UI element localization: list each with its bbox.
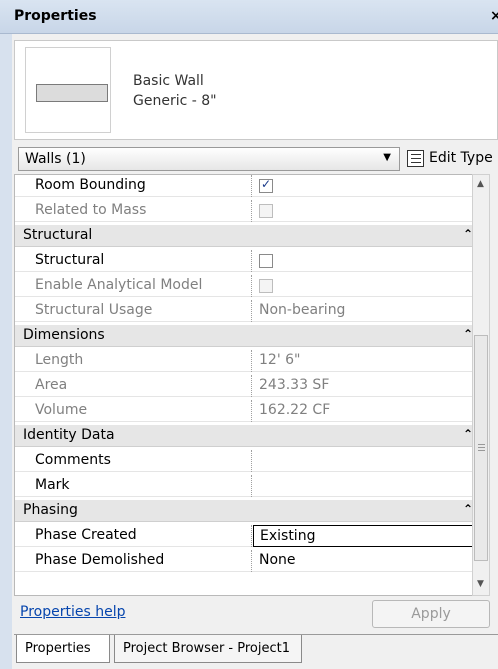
properties-grid: Room BoundingRelated to MassStructural⌃S… bbox=[14, 174, 484, 596]
property-checkbox bbox=[259, 204, 273, 218]
column-divider bbox=[251, 300, 252, 322]
property-value[interactable]: None bbox=[259, 552, 296, 568]
type-preview-thumbnail bbox=[25, 47, 111, 133]
property-name: Structural bbox=[35, 252, 105, 268]
property-value: 243.33 SF bbox=[259, 377, 330, 393]
property-row[interactable]: Length 12' 6" bbox=[15, 350, 483, 372]
type-selector[interactable]: Basic Wall Generic - 8" ▼ bbox=[14, 40, 498, 140]
property-row[interactable]: Area 243.33 SF bbox=[15, 375, 483, 397]
tab-project-browser[interactable]: Project Browser - Project1 bbox=[114, 635, 302, 663]
property-value: Existing bbox=[260, 528, 316, 544]
property-checkbox bbox=[259, 279, 273, 293]
group-header-row[interactable]: Structural ⌃ bbox=[15, 225, 483, 247]
panel-titlebar: Properties × bbox=[0, 0, 498, 34]
column-divider bbox=[251, 275, 252, 297]
column-divider bbox=[251, 525, 252, 547]
wall-preview-icon bbox=[36, 84, 108, 102]
column-divider bbox=[251, 400, 252, 422]
panel-footer: Properties help Apply bbox=[14, 598, 498, 630]
properties-help-link[interactable]: Properties help bbox=[20, 604, 125, 620]
scroll-thumb[interactable] bbox=[474, 335, 488, 561]
filter-row: Walls (1) ▼ Edit Type bbox=[14, 145, 498, 171]
property-row[interactable]: Volume 162.22 CF bbox=[15, 400, 483, 422]
property-value: 162.22 CF bbox=[259, 402, 331, 418]
column-divider bbox=[251, 450, 252, 472]
column-divider bbox=[251, 475, 252, 497]
edit-type-button[interactable]: Edit Type bbox=[407, 147, 498, 171]
type-name: Generic - 8" bbox=[133, 93, 217, 109]
panel-tabs: Properties Project Browser - Project1 bbox=[14, 634, 498, 669]
tab-label: Properties bbox=[25, 641, 91, 656]
grid-scrollbar[interactable]: ▲ ▼ bbox=[472, 174, 490, 596]
scroll-up-icon[interactable]: ▲ bbox=[477, 179, 484, 189]
property-name: Related to Mass bbox=[35, 202, 147, 218]
panel-title: Properties bbox=[14, 8, 97, 24]
group-header-row[interactable]: Identity Data ⌃ bbox=[15, 425, 483, 447]
type-family-name: Basic Wall bbox=[133, 73, 204, 89]
group-header-label: Identity Data bbox=[23, 427, 115, 443]
edit-type-icon bbox=[407, 150, 424, 167]
group-header-label: Structural bbox=[23, 227, 93, 243]
property-row[interactable]: Structural Usage Non-bearing bbox=[15, 300, 483, 322]
column-divider bbox=[251, 175, 252, 197]
property-name: Mark bbox=[35, 477, 70, 493]
group-header-row[interactable]: Phasing ⌃ bbox=[15, 500, 483, 522]
element-filter-select[interactable]: Walls (1) ▼ bbox=[18, 147, 400, 171]
close-icon[interactable]: × bbox=[490, 8, 498, 24]
column-divider bbox=[251, 550, 252, 572]
property-name: Comments bbox=[35, 452, 111, 468]
column-divider bbox=[251, 250, 252, 272]
chevron-down-icon: ▼ bbox=[383, 152, 391, 163]
apply-button[interactable]: Apply bbox=[372, 600, 490, 628]
column-divider bbox=[251, 350, 252, 372]
property-row[interactable]: Structural bbox=[15, 250, 483, 272]
group-header-row[interactable]: Dimensions ⌃ bbox=[15, 325, 483, 347]
property-checkbox[interactable] bbox=[259, 254, 273, 268]
property-row[interactable]: Room Bounding bbox=[15, 175, 483, 197]
property-value: 12' 6" bbox=[259, 352, 301, 368]
property-name: Volume bbox=[35, 402, 88, 418]
property-row[interactable]: Phase Created Existing bbox=[15, 525, 483, 547]
filter-selected-label: Walls (1) bbox=[25, 151, 86, 167]
group-header-label: Phasing bbox=[23, 502, 78, 518]
property-value-editor[interactable]: Existing bbox=[253, 525, 477, 547]
property-checkbox[interactable] bbox=[259, 177, 273, 193]
property-row[interactable]: Enable Analytical Model bbox=[15, 275, 483, 297]
tab-properties[interactable]: Properties bbox=[16, 635, 110, 663]
property-name: Length bbox=[35, 352, 84, 368]
tab-label: Project Browser - Project1 bbox=[123, 641, 290, 656]
panel-left-edge bbox=[0, 34, 12, 669]
column-divider bbox=[251, 200, 252, 222]
property-name: Structural Usage bbox=[35, 302, 153, 318]
property-name: Room Bounding bbox=[35, 177, 146, 193]
property-value: Non-bearing bbox=[259, 302, 346, 318]
edit-type-label: Edit Type bbox=[429, 150, 493, 166]
property-row[interactable]: Mark bbox=[15, 475, 483, 497]
column-divider bbox=[251, 375, 252, 397]
property-row[interactable]: Related to Mass bbox=[15, 200, 483, 222]
property-row[interactable]: Phase Demolished None bbox=[15, 550, 483, 572]
property-name: Enable Analytical Model bbox=[35, 277, 203, 293]
property-name: Area bbox=[35, 377, 68, 393]
scroll-down-icon[interactable]: ▼ bbox=[477, 579, 484, 589]
group-header-label: Dimensions bbox=[23, 327, 105, 343]
scroll-grip-icon bbox=[478, 444, 485, 445]
property-row[interactable]: Comments bbox=[15, 450, 483, 472]
property-name: Phase Demolished bbox=[35, 552, 165, 568]
property-name: Phase Created bbox=[35, 527, 137, 543]
